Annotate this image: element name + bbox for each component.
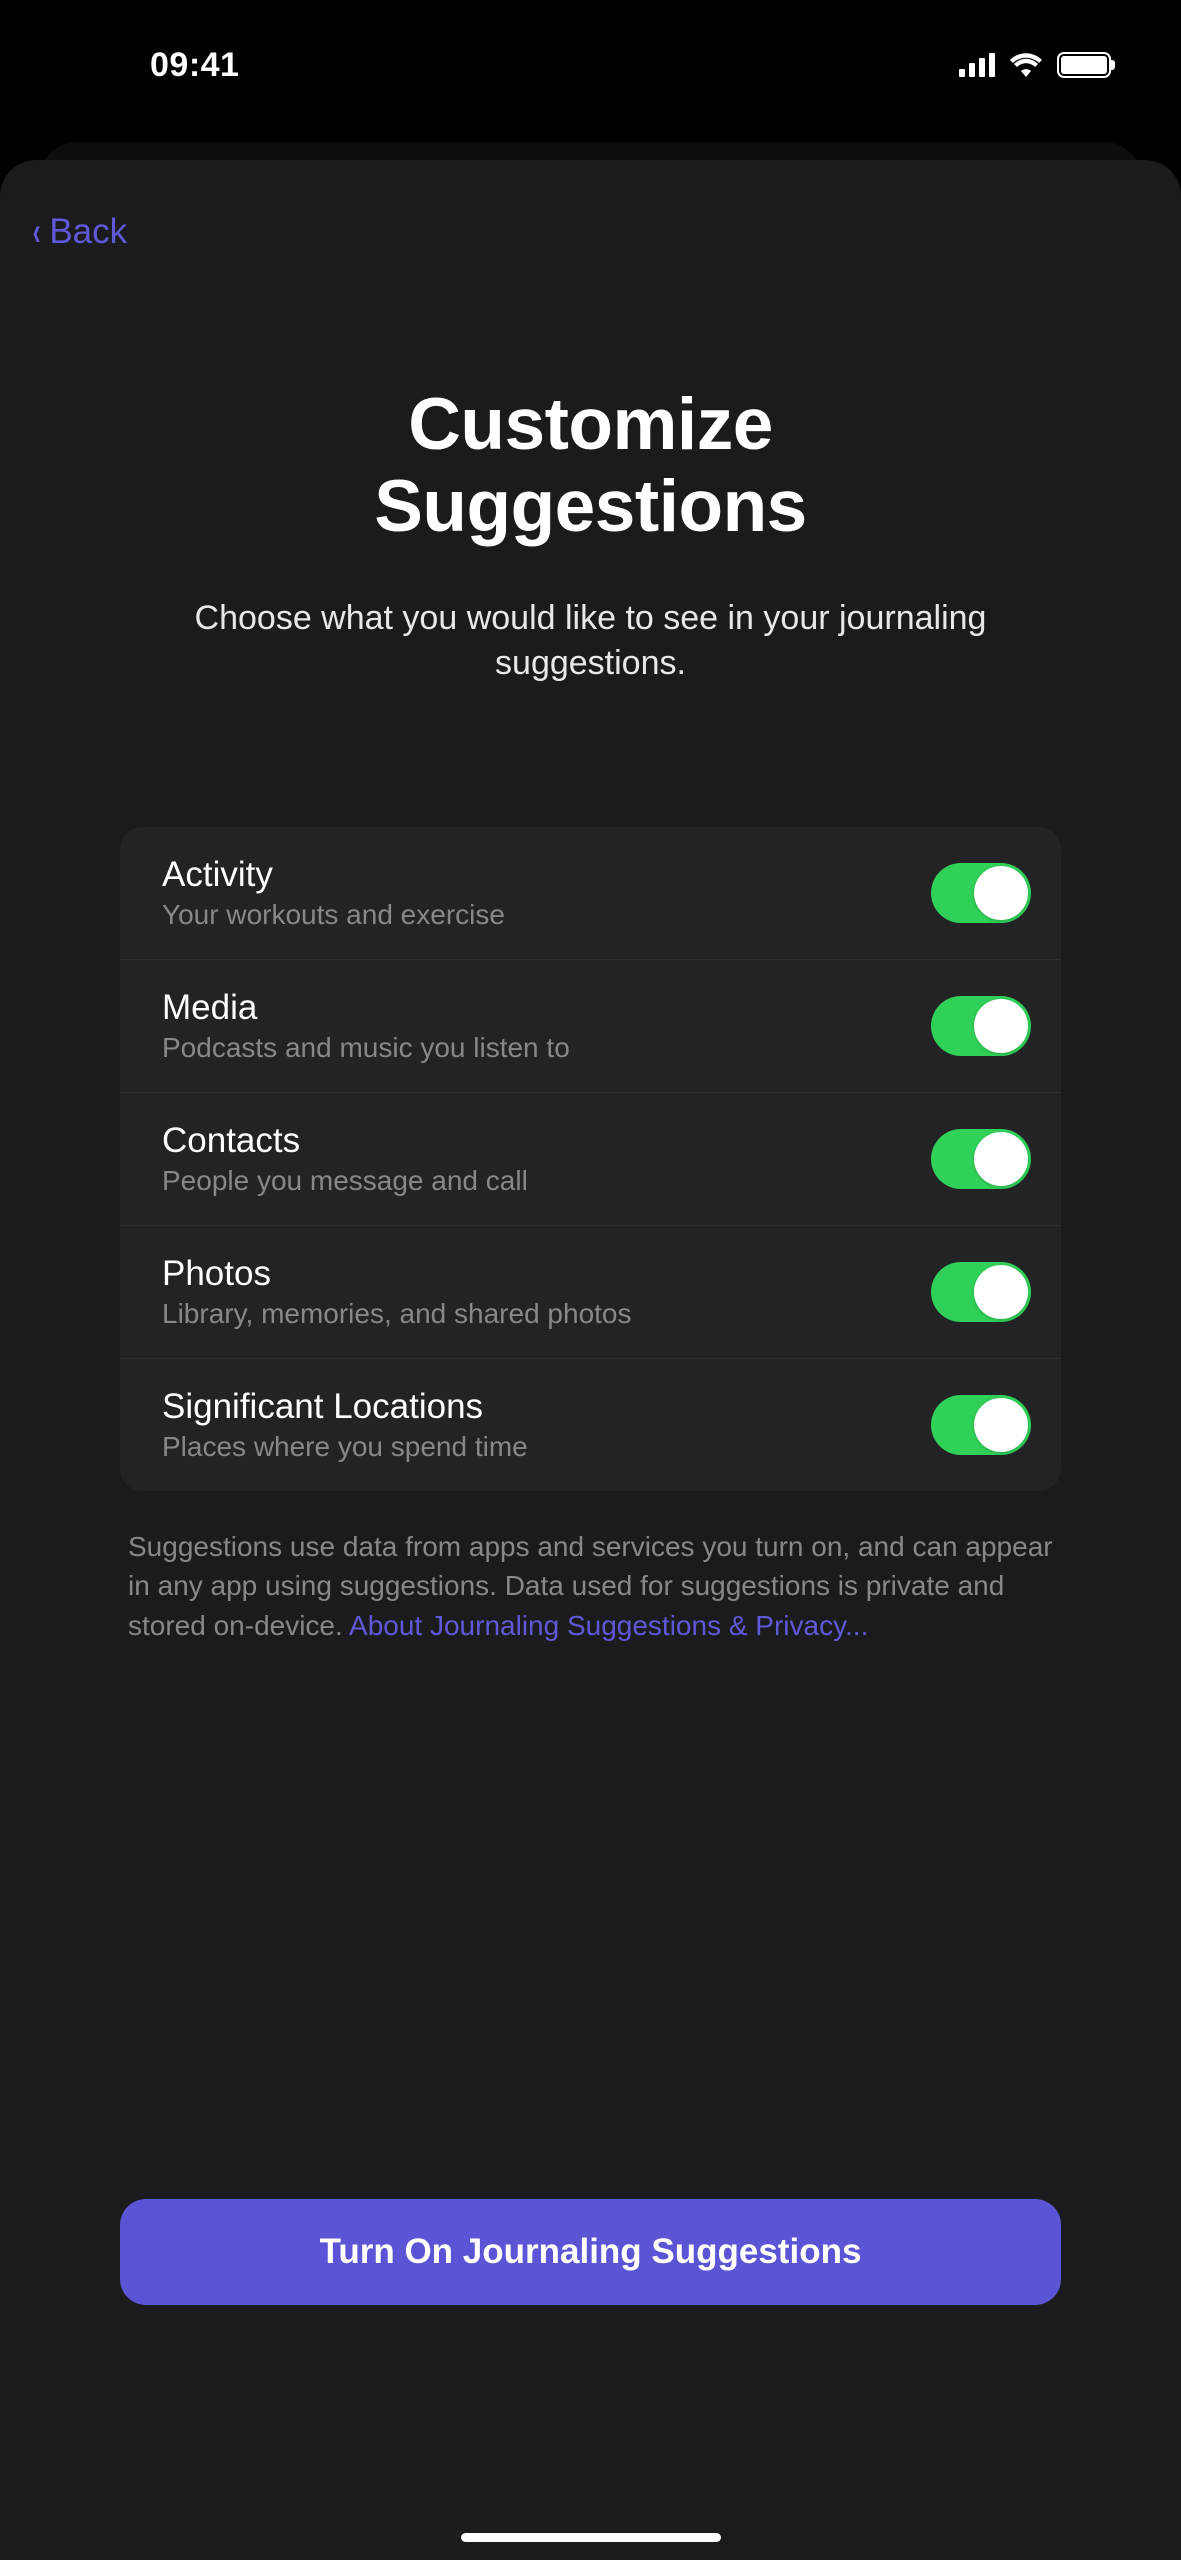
setting-title: Photos: [162, 1254, 632, 1294]
settings-card: Activity Your workouts and exercise Medi…: [120, 827, 1061, 1491]
setting-desc: Places where you spend time: [162, 1431, 528, 1463]
toggle-photos[interactable]: [931, 1262, 1031, 1322]
setting-row-activity: Activity Your workouts and exercise: [120, 827, 1061, 959]
toggle-media[interactable]: [931, 996, 1031, 1056]
toggle-contacts[interactable]: [931, 1129, 1031, 1189]
page-header: Customize Suggestions Choose what you wo…: [0, 274, 1181, 727]
setting-row-photos: Photos Library, memories, and shared pho…: [120, 1225, 1061, 1358]
toggle-activity[interactable]: [931, 863, 1031, 923]
status-icons: [959, 52, 1131, 78]
battery-icon: [1057, 52, 1111, 78]
setting-title: Media: [162, 988, 570, 1028]
setting-title: Activity: [162, 855, 505, 895]
toggle-locations[interactable]: [931, 1395, 1031, 1455]
setting-desc: Your workouts and exercise: [162, 899, 505, 931]
footer-note: Suggestions use data from apps and servi…: [128, 1527, 1053, 1645]
chevron-left-icon: ‹: [33, 212, 41, 252]
setting-desc: People you message and call: [162, 1165, 528, 1197]
setting-row-media: Media Podcasts and music you listen to: [120, 959, 1061, 1092]
setting-row-contacts: Contacts People you message and call: [120, 1092, 1061, 1225]
setting-desc: Podcasts and music you listen to: [162, 1032, 570, 1064]
page-subtitle: Choose what you would like to see in you…: [60, 596, 1121, 688]
settings-sheet: ‹ Back Customize Suggestions Choose what…: [0, 160, 1181, 2560]
setting-title: Significant Locations: [162, 1387, 528, 1427]
turn-on-button[interactable]: Turn On Journaling Suggestions: [120, 2199, 1061, 2305]
privacy-link[interactable]: About Journaling Suggestions & Privacy..…: [349, 1610, 868, 1641]
back-label: Back: [49, 212, 127, 252]
status-bar: 09:41: [0, 0, 1181, 130]
home-indicator[interactable]: [461, 2533, 721, 2542]
setting-row-locations: Significant Locations Places where you s…: [120, 1358, 1061, 1491]
cellular-signal-icon: [959, 53, 995, 77]
wifi-icon: [1009, 53, 1043, 77]
setting-title: Contacts: [162, 1121, 528, 1161]
setting-desc: Library, memories, and shared photos: [162, 1298, 632, 1330]
status-time: 09:41: [50, 46, 239, 85]
back-button[interactable]: ‹ Back: [0, 190, 1181, 274]
page-title: Customize Suggestions: [60, 384, 1121, 548]
